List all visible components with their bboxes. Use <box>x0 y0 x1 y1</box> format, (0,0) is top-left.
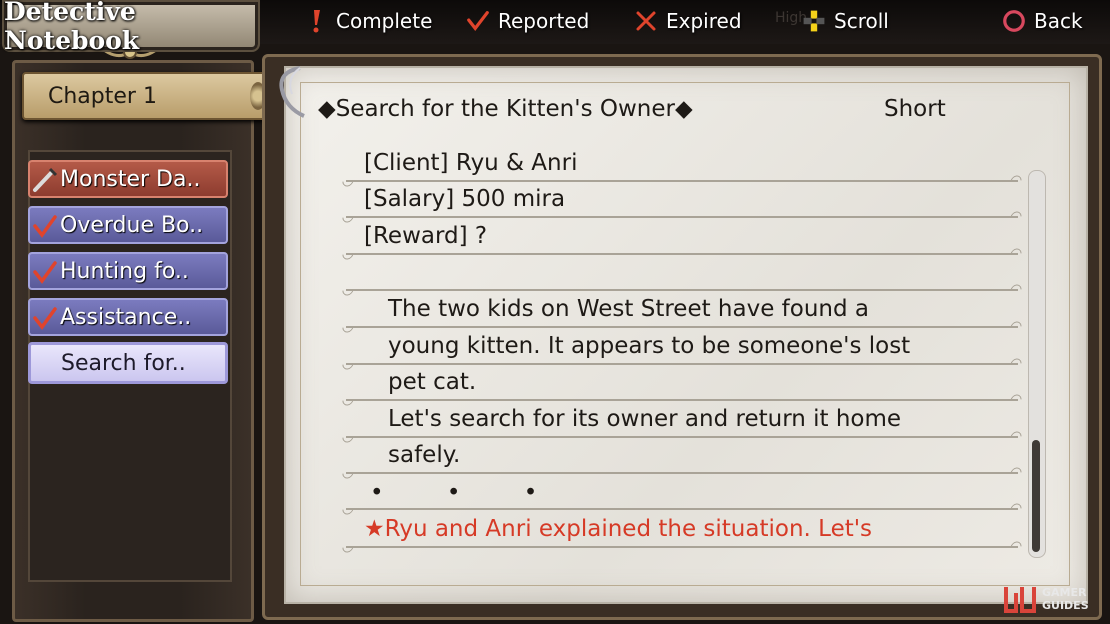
paper-rule <box>346 216 1018 218</box>
chapter-selector[interactable]: Chapter 1 <box>22 72 266 120</box>
paper-rule <box>346 363 1018 365</box>
page-hook-icon <box>279 66 305 118</box>
back-button[interactable]: Back <box>1002 6 1083 36</box>
page-title: Detective Notebook <box>2 0 260 55</box>
legend-label: Complete <box>336 9 433 33</box>
reward-line: [Reward] ? <box>364 223 488 249</box>
quest-label: Overdue Bo.. <box>60 212 204 238</box>
client-line: [Client] Ryu & Anri <box>364 150 578 176</box>
legend-label: Scroll <box>834 9 889 33</box>
description-line: Let's search for its owner and return it… <box>388 406 902 432</box>
salary-line: [Salary] 500 mira <box>364 186 566 212</box>
legend-complete: Complete <box>304 6 432 36</box>
quest-label: Hunting fo.. <box>60 258 189 284</box>
legend-scroll: Scroll <box>802 6 889 36</box>
ellipsis-separator: • • • <box>370 480 566 506</box>
quest-item-hunting[interactable]: Hunting fo.. <box>28 252 228 290</box>
progress-note: ★Ryu and Anri explained the situation. L… <box>364 516 873 542</box>
checkmark-icon <box>32 258 58 286</box>
watermark-line: GUIDES <box>1042 599 1089 612</box>
quest-label: Monster Da.. <box>60 166 201 192</box>
legend-label: Expired <box>666 9 742 33</box>
quest-item-search-for-owner[interactable]: Search for.. <box>28 342 228 384</box>
quest-label: Assistance.. <box>60 304 192 330</box>
checkmark-icon <box>466 8 490 34</box>
circle-button-icon <box>1002 8 1026 34</box>
checkmark-icon <box>32 212 58 240</box>
quest-item-overdue-books[interactable]: Overdue Bo.. <box>28 206 228 244</box>
quest-title: ◆Search for the Kitten's Owner◆ <box>318 96 693 122</box>
x-icon <box>634 8 658 34</box>
legend-expired: Expired <box>634 6 742 36</box>
paper-rule <box>346 289 1018 291</box>
paper-rule <box>346 546 1018 548</box>
description-line: pet cat. <box>388 369 477 395</box>
exclamation-icon <box>304 8 328 34</box>
checkmark-icon <box>32 304 58 332</box>
paper-rule <box>346 253 1018 255</box>
watermark: GAMER GUIDES <box>1002 580 1106 618</box>
gamer-guides-logo-icon <box>1004 587 1036 613</box>
watermark-line: GAMER <box>1042 586 1087 599</box>
legend-label: Reported <box>498 9 590 33</box>
watermark-text: GAMER GUIDES <box>1042 586 1089 612</box>
paper-rule <box>346 180 1018 182</box>
paper-rule <box>346 399 1018 401</box>
paper-rule <box>346 326 1018 328</box>
paper-rule <box>346 436 1018 438</box>
back-label: Back <box>1034 9 1083 33</box>
paper-rule <box>346 508 1018 510</box>
quill-icon <box>32 166 58 194</box>
quest-item-monster-data[interactable]: Monster Da.. <box>28 160 228 198</box>
dpad-icon <box>802 8 826 34</box>
quest-length: Short <box>884 96 946 122</box>
legend-reported: Reported <box>466 6 589 36</box>
quest-item-assistance[interactable]: Assistance.. <box>28 298 228 336</box>
quest-label: Search for.. <box>61 350 186 376</box>
description-line: young kitten. It appears to be someone's… <box>388 333 911 359</box>
description-line: The two kids on West Street have found a <box>388 296 869 322</box>
scrollbar-thumb[interactable] <box>1032 440 1040 552</box>
paper-rule <box>346 472 1018 474</box>
description-line: safely. <box>388 442 461 468</box>
